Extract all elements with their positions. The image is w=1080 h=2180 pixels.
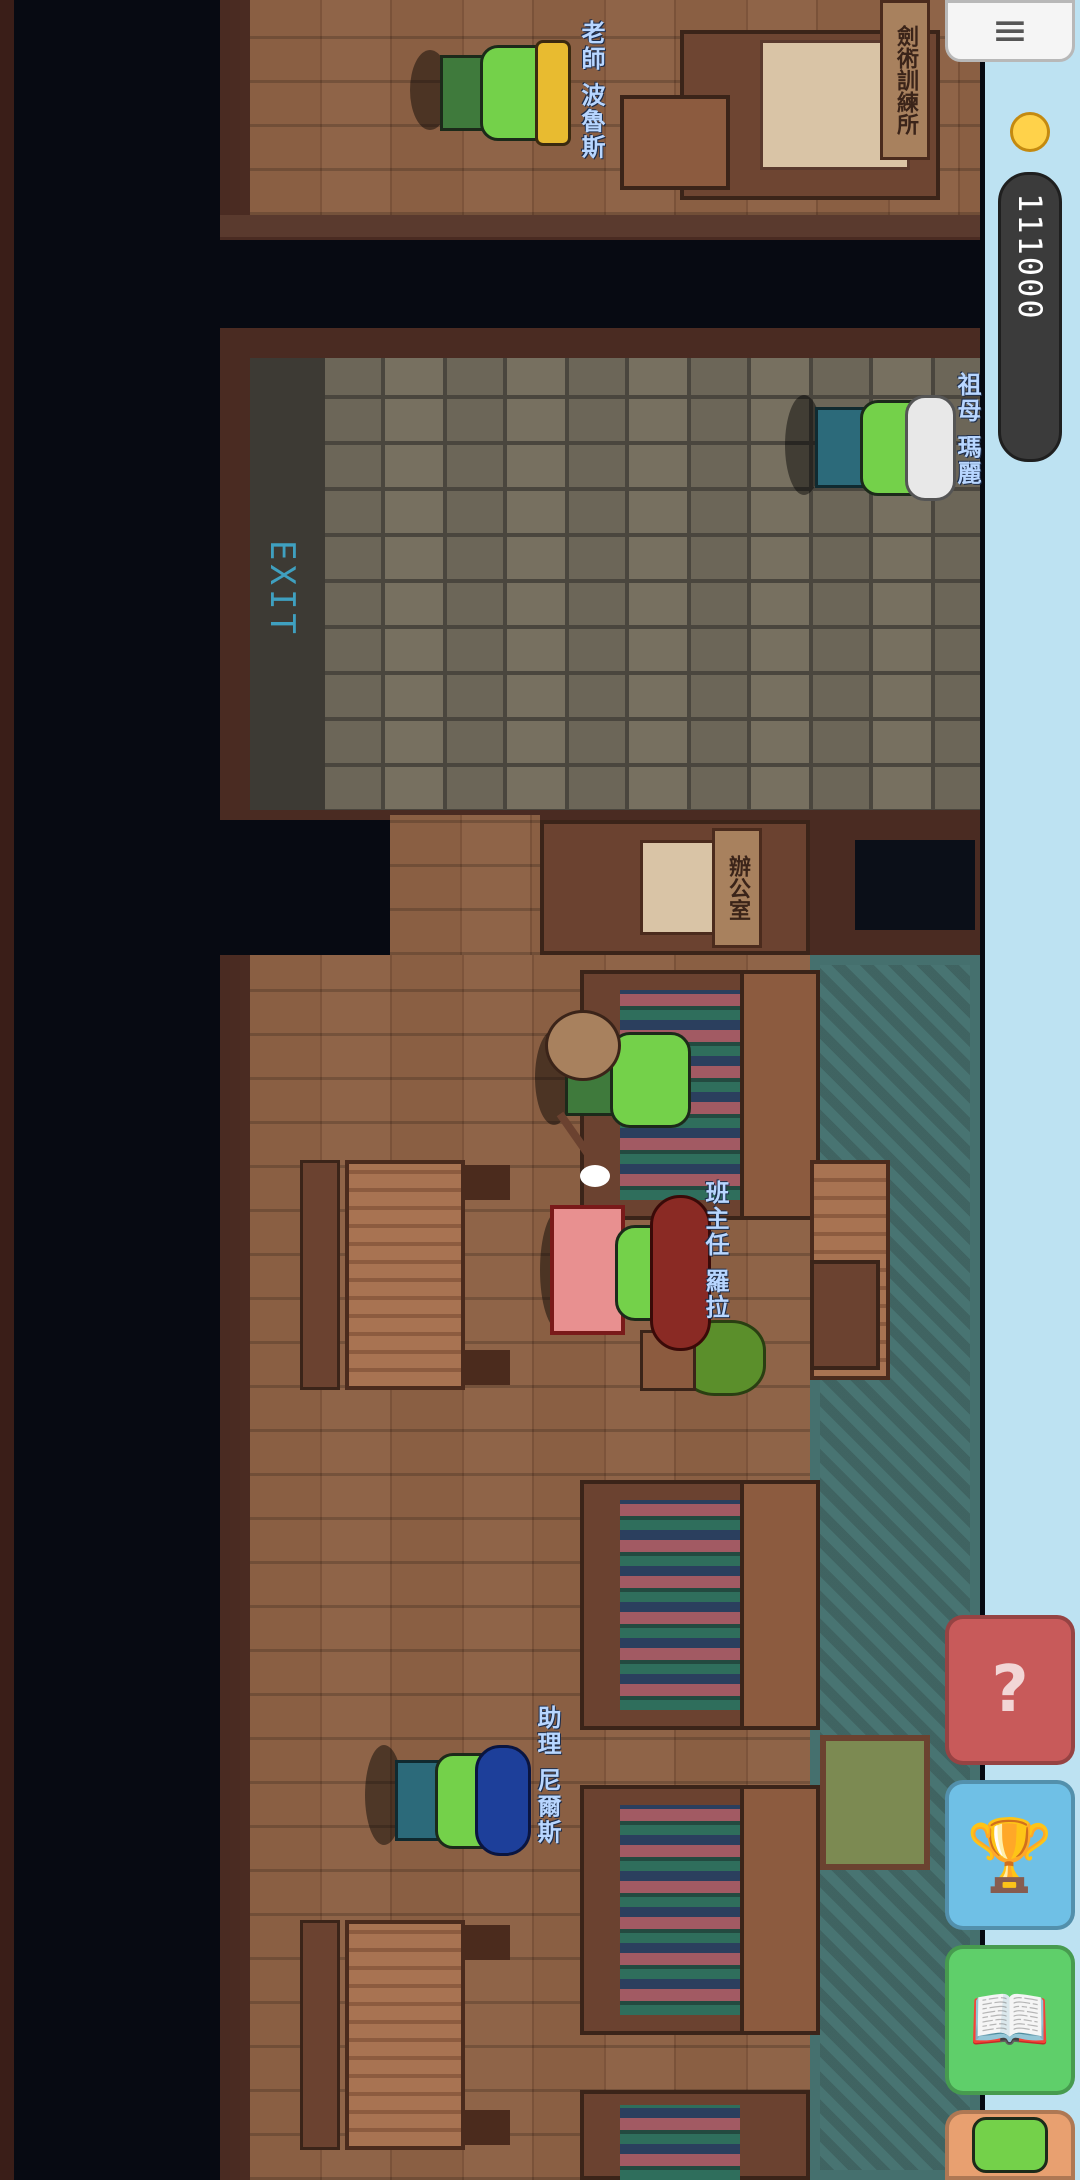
unknown-card-button[interactable]: ?: [945, 1615, 1075, 1765]
npc-teacher[interactable]: [410, 35, 571, 146]
feather-duster-icon: [580, 1165, 610, 1187]
table-bench: [300, 1160, 340, 1390]
dark-window: [855, 840, 975, 930]
training-sign: 劍術訓練所: [880, 0, 930, 160]
npc-assistant[interactable]: [365, 1735, 535, 1870]
npc-guide-label: 祖母 瑪麗: [953, 372, 981, 487]
goblin-face-icon: [972, 2117, 1048, 2173]
npc-guide-hair: [905, 395, 956, 501]
npc-homeroom[interactable]: [540, 1185, 711, 1355]
coin-counter: 111000: [998, 172, 1062, 462]
student-table: [345, 1920, 465, 2150]
table-leg: [465, 1925, 510, 1960]
bookshelf-top: [740, 1480, 820, 1730]
gold-coin-icon: [1010, 112, 1050, 152]
npc-teacher-hair: [535, 40, 571, 146]
table-leg: [465, 2110, 510, 2145]
exit-label[interactable]: EXIT: [262, 540, 302, 638]
broom-icon: [545, 1010, 621, 1081]
hall-entry-gap: [220, 820, 390, 955]
character-button[interactable]: [945, 2110, 1075, 2180]
student-table: [345, 1160, 465, 1390]
npc-assistant-hair: [475, 1745, 531, 1856]
training-sign-text: 劍術訓練所: [893, 25, 918, 135]
bookshelf-books: [620, 2105, 740, 2180]
hall-entry-floor: [390, 815, 540, 955]
table-bench: [300, 1920, 340, 2150]
bookshelf-top: [740, 970, 820, 1220]
bookshelf-books: [620, 1500, 740, 1710]
map-border: [0, 0, 14, 2180]
book-icon: 📖: [968, 1981, 1052, 2058]
npc-teacher-label: 老師 波魯斯: [577, 20, 605, 161]
question-card-icon: ?: [991, 1653, 1029, 1727]
table-leg: [465, 1350, 510, 1385]
table-leg: [465, 1165, 510, 1200]
npc-assistant-label: 助理 尼爾斯: [533, 1705, 561, 1846]
trophy-button[interactable]: 🏆: [945, 1780, 1075, 1930]
desk-chair: [810, 1260, 880, 1370]
bookshelf-top: [740, 1785, 820, 2035]
game-map[interactable]: 劍術訓練所 老師 波魯斯 EXIT 祖母 瑪麗 辦公室 班主任 羅拉 助理 尼爾…: [0, 0, 985, 2180]
office-sign-text: 辦公室: [725, 855, 750, 921]
hamburger-menu-icon: ≡: [991, 5, 1029, 56]
training-room-wall: [220, 215, 980, 237]
npc-guide[interactable]: [785, 385, 956, 515]
player-head: [610, 1032, 691, 1128]
training-crate: [620, 95, 730, 190]
trophy-icon: 🏆: [966, 1813, 1054, 1896]
wall-painting: [820, 1735, 930, 1870]
npc-homeroom-label: 班主任 羅拉: [701, 1180, 729, 1321]
office-sign: 辦公室: [712, 828, 762, 948]
coin-count: 111000: [1011, 193, 1049, 321]
menu-button[interactable]: ≡: [945, 0, 1075, 62]
bookshelf-books: [620, 1805, 740, 2015]
book-button[interactable]: 📖: [945, 1945, 1075, 2095]
npc-homeroom-dress: [550, 1205, 625, 1335]
